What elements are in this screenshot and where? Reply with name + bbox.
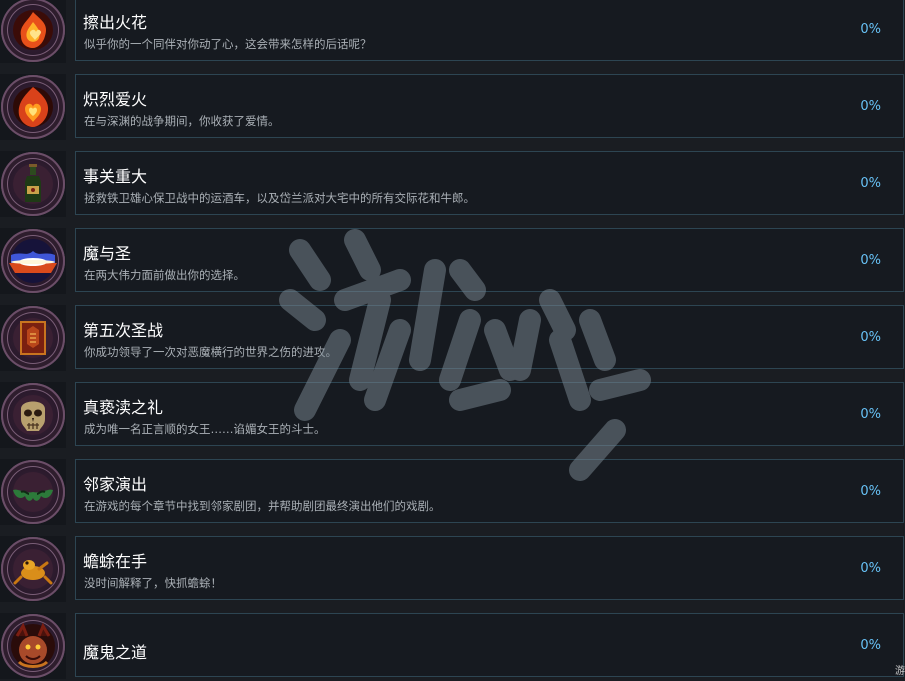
achievement-percent: 0% [860, 253, 881, 268]
achievement-percent: 0% [860, 99, 881, 114]
achievement-percent: 0% [860, 22, 881, 37]
achievement-description: 在两大伟力面前做出你的选择。 [84, 268, 245, 282]
achievement-row[interactable]: 邻家演出在游戏的每个章节中找到邻家剧团，并帮助剧团最终演出他们的戏剧。 0% [0, 459, 905, 525]
achievement-icon-frame [0, 613, 66, 679]
golden-toad-icon [1, 537, 65, 601]
achievement-title: 邻家演出 [83, 475, 148, 494]
achievement-card: 魔鬼之道 0% [75, 613, 904, 677]
theater-mask-icon [1, 460, 65, 524]
achievement-icon-frame [0, 228, 66, 294]
achievement-icon-frame [0, 459, 66, 525]
skull-icon [1, 383, 65, 447]
achievement-percent: 0% [860, 638, 881, 653]
achievement-title: 魔与圣 [83, 244, 132, 263]
achievement-icon-frame [0, 151, 66, 217]
achievement-row[interactable]: 魔与圣在两大伟力面前做出你的选择。 0% [0, 228, 905, 294]
achievement-description: 成为唯一名正言顺的女王……谄媚女王的斗士。 [84, 422, 326, 436]
crusade-banner-icon [1, 306, 65, 370]
corner-watermark-text: 游 [895, 666, 905, 677]
achievement-icon-frame [0, 536, 66, 602]
achievement-icon-frame [0, 74, 66, 140]
achievement-percent: 0% [860, 407, 881, 422]
achievement-row[interactable]: 炽烈爱火在与深渊的战争期间，你收获了爱情。 0% [0, 74, 905, 140]
devil-face-icon [1, 614, 65, 678]
achievement-percent: 0% [860, 330, 881, 345]
achievement-card: 第五次圣战你成功领导了一次对恶魔横行的世界之伤的进攻。 0% [75, 305, 904, 369]
achievement-card: 炽烈爱火在与深渊的战争期间，你收获了爱情。 0% [75, 74, 904, 138]
achievement-row[interactable]: 擦出火花似乎你的一个同伴对你动了心，这会带来怎样的后话呢？ 0% [0, 0, 905, 63]
achievement-card: 邻家演出在游戏的每个章节中找到邻家剧团，并帮助剧团最终演出他们的戏剧。 0% [75, 459, 904, 523]
wine-bottle-icon [1, 152, 65, 216]
achievement-title: 炽烈爱火 [83, 90, 148, 109]
achievement-title: 事关重大 [83, 167, 148, 186]
achievement-card: 真亵渎之礼成为唯一名正言顺的女王……谄媚女王的斗士。 0% [75, 382, 904, 446]
achievement-title: 魔鬼之道 [83, 643, 148, 662]
achievement-title: 蟾蜍在手 [83, 552, 148, 571]
achievement-description: 似乎你的一个同伴对你动了心，这会带来怎样的后话呢？ [84, 37, 372, 51]
achievement-description: 没时间解释了，快抓蟾蜍！ [84, 576, 222, 590]
flaming-hearts-icon [1, 0, 65, 62]
achievement-list: 擦出火花 似乎你的一个同伴对你动了心，这会带来怎样的后话呢？ 0% 炽烈爱火 在与深渊的… [0, 0, 905, 681]
achievement-row[interactable]: 第五次圣战你成功领导了一次对恶魔横行的世界之伤的进攻。 0% [0, 305, 905, 371]
light-burst-icon [1, 229, 65, 293]
achievement-description: 在与深渊的战争期间，你收获了爱情。 [84, 114, 280, 128]
achievement-percent: 0% [860, 484, 881, 499]
achievement-card: 蟾蜍在手没时间解释了，快抓蟾蜍！ 0% [75, 536, 904, 600]
achievement-description: 在游戏的每个章节中找到邻家剧团，并帮助剧团最终演出他们的戏剧。 [84, 499, 441, 513]
flaming-heart-icon [1, 75, 65, 139]
achievement-icon-frame [0, 382, 66, 448]
achievement-percent: 0% [860, 176, 881, 191]
achievement-row[interactable]: 事关重大拯救铁卫雄心保卫战中的运酒车，以及岱兰派对大宅中的所有交际花和牛郎。 0% [0, 151, 905, 217]
achievement-row[interactable]: 魔鬼之道 0% [0, 613, 905, 679]
achievement-icon-frame [0, 0, 66, 63]
achievement-row[interactable]: 蟾蜍在手没时间解释了，快抓蟾蜍！ 0% [0, 536, 905, 602]
achievement-title: 真亵渎之礼 [83, 398, 164, 417]
achievement-description: 拯救铁卫雄心保卫战中的运酒车，以及岱兰派对大宅中的所有交际花和牛郎。 [84, 191, 475, 205]
achievement-card: 事关重大拯救铁卫雄心保卫战中的运酒车，以及岱兰派对大宅中的所有交际花和牛郎。 0% [75, 151, 904, 215]
achievement-card: 魔与圣在两大伟力面前做出你的选择。 0% [75, 228, 904, 292]
achievement-card: 擦出火花似乎你的一个同伴对你动了心，这会带来怎样的后话呢？ 0% [75, 0, 904, 61]
achievement-row[interactable]: 真亵渎之礼成为唯一名正言顺的女王……谄媚女王的斗士。 0% [0, 382, 905, 448]
achievement-percent: 0% [860, 561, 881, 576]
achievement-description: 你成功领导了一次对恶魔横行的世界之伤的进攻。 [84, 345, 337, 359]
achievement-title: 擦出火花 [83, 13, 148, 32]
achievement-title: 第五次圣战 [83, 321, 164, 340]
achievement-icon-frame [0, 305, 66, 371]
